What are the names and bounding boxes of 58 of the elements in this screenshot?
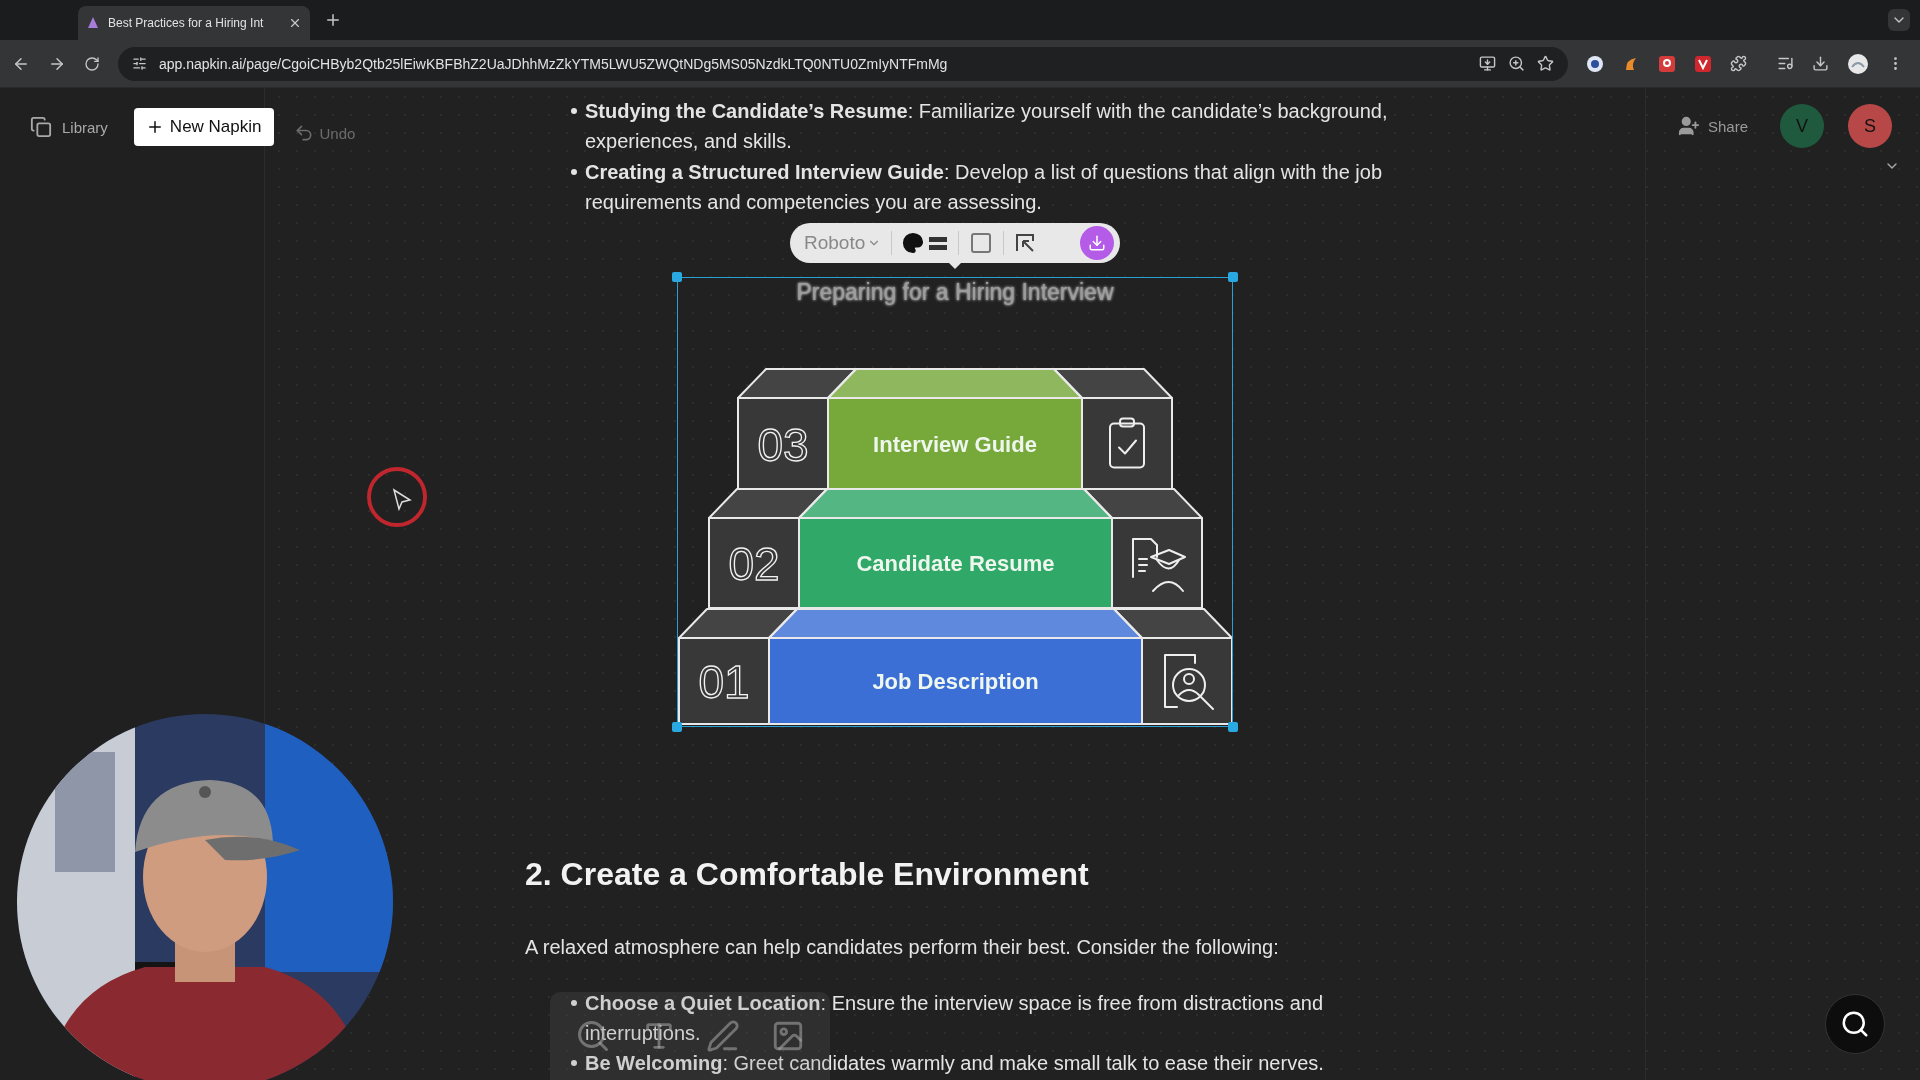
close-icon[interactable] bbox=[288, 16, 302, 30]
profile-avatar-icon[interactable] bbox=[1847, 52, 1869, 75]
resize-handle[interactable] bbox=[1228, 272, 1238, 282]
bullet-text: Choose a Quiet Location: Ensure the interview space is free from distractions and interruptions. bbox=[571, 988, 1401, 1048]
resize-handle[interactable] bbox=[1228, 722, 1238, 732]
bullet-text: Studying the Candidate’s Resume: Familiarize yourself with the candidate’s background, experiences, and skills. bbox=[571, 96, 1401, 156]
search-icon bbox=[1840, 1009, 1870, 1039]
resize-handle[interactable] bbox=[672, 722, 682, 732]
step-number: 02 bbox=[728, 538, 780, 590]
download-button[interactable] bbox=[1080, 226, 1114, 260]
extension-icon[interactable] bbox=[1658, 54, 1676, 73]
url-text: app.napkin.ai/page/CgoiCHByb2Qtb25lEiwKBFBhZ2UaJDhhMzZkYTM5LWU5ZWQtNDg5MS05NzdkLTQ0NTU0ZmIyNTFmMg bbox=[159, 55, 949, 72]
resume-graduate-icon bbox=[1132, 538, 1186, 592]
extension-icon[interactable] bbox=[1694, 54, 1712, 73]
style-lines-icon[interactable] bbox=[928, 234, 949, 252]
library-button[interactable]: Library bbox=[30, 116, 108, 138]
library-icon bbox=[30, 116, 52, 138]
step-label: Job Description bbox=[872, 669, 1039, 694]
download-icon[interactable] bbox=[1812, 55, 1829, 72]
download-icon bbox=[1088, 234, 1106, 252]
paragraph: A relaxed atmosphere can help candidates perform their best. Consider the following: bbox=[525, 935, 1280, 960]
cursor-highlight-icon bbox=[366, 466, 428, 528]
zoom-icon[interactable] bbox=[1508, 55, 1525, 72]
install-app-icon[interactable] bbox=[1479, 55, 1496, 72]
napkin-logo-icon bbox=[86, 16, 100, 30]
palette-icon[interactable] bbox=[902, 232, 925, 254]
share-button[interactable]: Share bbox=[1677, 115, 1748, 137]
user-avatar[interactable]: S bbox=[1848, 104, 1892, 148]
clipboard-check-icon bbox=[1109, 417, 1145, 469]
frame-icon[interactable] bbox=[969, 231, 994, 255]
undo-icon bbox=[293, 123, 314, 143]
search-button[interactable] bbox=[1825, 994, 1885, 1054]
bookmark-star-icon[interactable] bbox=[1537, 55, 1554, 72]
tab-title: Best Practices for a Hiring Int bbox=[108, 16, 265, 30]
bullet-text: Creating a Structured Interview Guide: Develop a list of questions that align with the job requirements and competencies you are assessing. bbox=[571, 157, 1401, 217]
media-queue-icon[interactable] bbox=[1777, 55, 1794, 72]
extension-icon[interactable] bbox=[1586, 54, 1604, 73]
add-user-icon bbox=[1677, 115, 1700, 137]
new-tab-icon[interactable] bbox=[324, 11, 342, 29]
step-number: 01 bbox=[698, 656, 750, 708]
site-settings-icon[interactable] bbox=[132, 56, 147, 71]
step-label: Interview Guide bbox=[873, 431, 1037, 457]
step-label: Candidate Resume bbox=[856, 551, 1055, 576]
selected-visual-frame[interactable]: Preparing for a Hiring Interview 03 Interview Guide 02 Candidate Resume 01 Job Description bbox=[677, 277, 1233, 727]
tab-list-icon[interactable] bbox=[1888, 9, 1910, 31]
pen-icon[interactable] bbox=[706, 1019, 741, 1053]
diagram-title: Preparing for a Hiring Interview bbox=[796, 279, 1114, 305]
extensions-icon[interactable] bbox=[1730, 55, 1747, 72]
address-field[interactable]: app.napkin.ai/page/CgoiCHByb2Qtb25lEiwKBFBhZ2UaJDhhMzZkYTM5LWU5ZWQtNDg5MS05NzdkLTQ0NTU0ZmIyNTFmMg bbox=[118, 46, 1568, 81]
reload-icon[interactable] bbox=[84, 55, 100, 72]
person-search-icon bbox=[1164, 654, 1214, 710]
bullet-text: Be Welcoming: Greet candidates warmly and make small talk to ease their nerves. bbox=[571, 1048, 1401, 1078]
crop-select-icon[interactable] bbox=[1014, 232, 1037, 254]
browser-tab[interactable]: Best Practices for a Hiring Int bbox=[78, 6, 310, 40]
resize-handle[interactable] bbox=[672, 272, 682, 282]
new-napkin-button[interactable]: New Napkin bbox=[133, 108, 274, 146]
step-number: 03 bbox=[757, 418, 809, 471]
section-heading: 2. Create a Comfortable Environment bbox=[525, 855, 1090, 894]
